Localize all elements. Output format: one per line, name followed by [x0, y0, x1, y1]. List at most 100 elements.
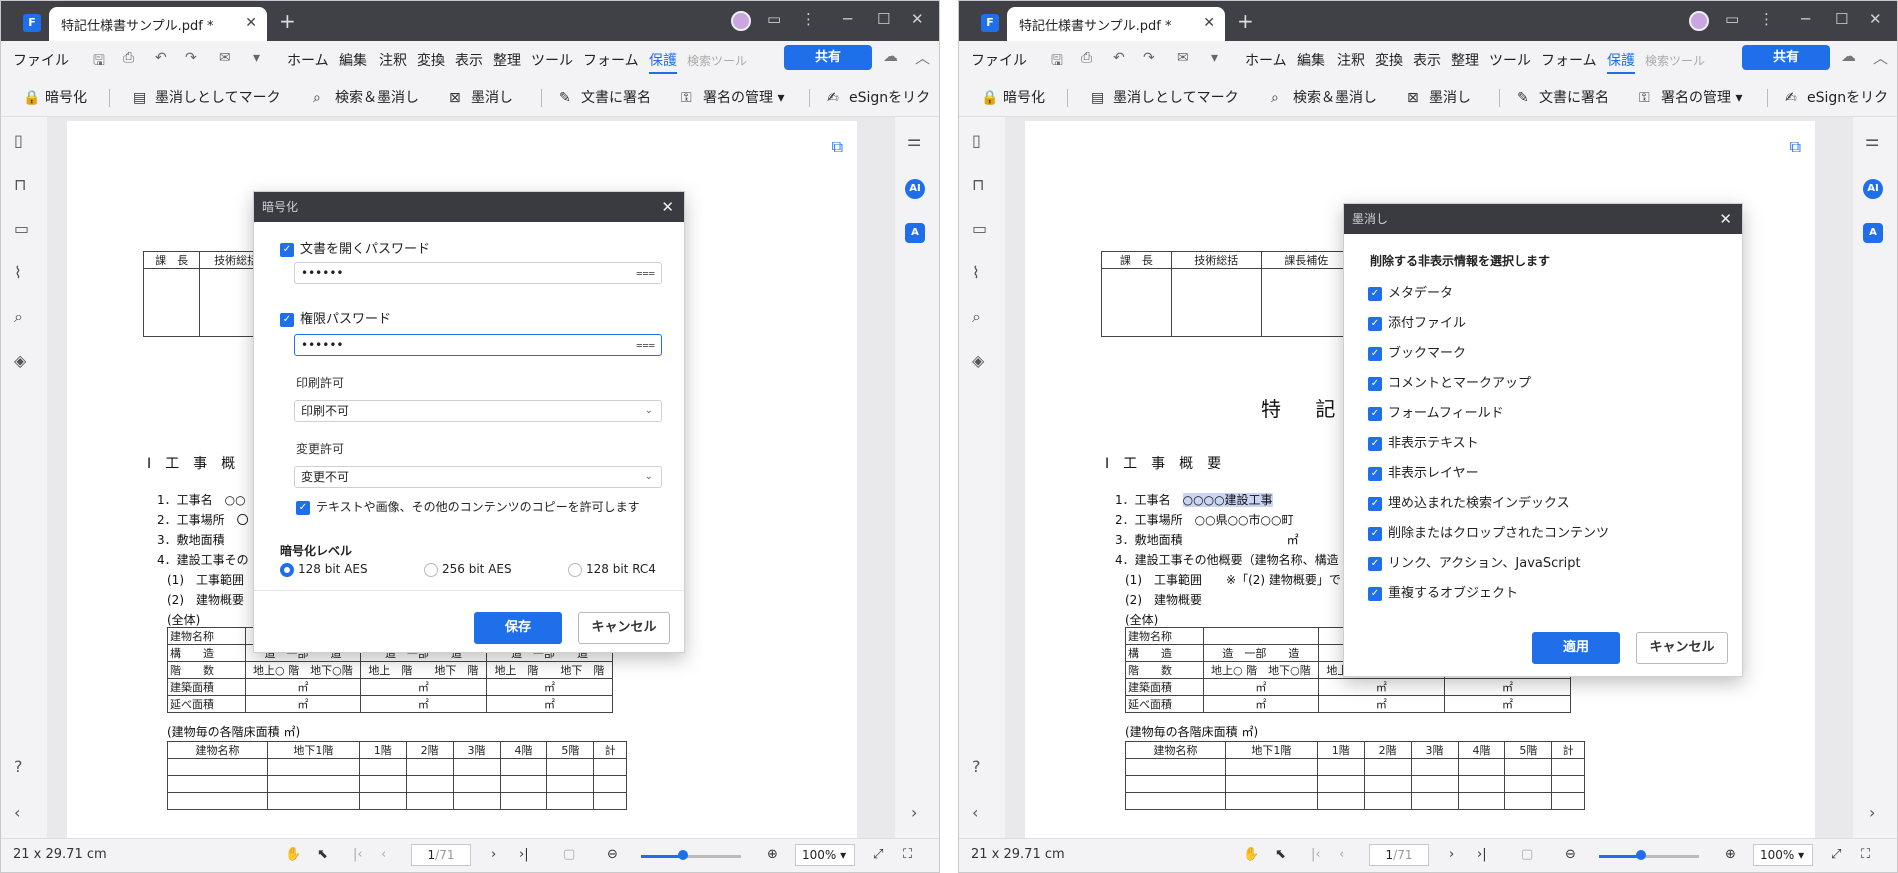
hide-password-icon[interactable]: ⩶ [636, 335, 655, 355]
mail-icon[interactable]: ✉ [219, 50, 231, 66]
document-tab[interactable]: 特記仕様書サンプル.pdf * ✕ [49, 7, 267, 41]
open-password-field[interactable]: •••••• ⩶ [294, 262, 662, 284]
menu-form[interactable]: フォーム [1541, 50, 1597, 70]
sign-document-button[interactable]: ✎ 文書に署名 [559, 87, 651, 107]
last-page-icon[interactable]: ›| [1477, 847, 1487, 862]
radio-128-rc4[interactable]: 128 bit RC4 [568, 562, 656, 577]
avatar[interactable] [1689, 11, 1709, 31]
expand-icon[interactable]: ⛶ [1861, 847, 1870, 862]
expand-icon[interactable]: ⛶ [903, 847, 912, 862]
esign-request-button[interactable]: ✍ eSignをリク [827, 87, 930, 107]
apply-button[interactable]: 適用 [1532, 632, 1620, 664]
help-icon[interactable]: ? [14, 757, 23, 776]
collapse-ribbon-icon[interactable]: ︿ [1873, 47, 1888, 68]
redo-icon[interactable]: ↷ [1143, 50, 1155, 66]
option-form-fields[interactable]: ✓ フォームフィールド [1368, 402, 1504, 421]
print-permission-select[interactable]: 印刷不可 ⌄ [294, 400, 662, 422]
first-page-icon[interactable]: |‹ [1311, 847, 1321, 862]
allow-copy-checkbox[interactable]: ✓ テキストや画像、その他のコンテンツのコピーを許可します [296, 498, 640, 515]
bookmark-icon[interactable]: ⊓ [972, 175, 984, 194]
more-icon[interactable]: ⋮ [801, 10, 816, 28]
zoom-select[interactable]: 100% ▾ [1753, 844, 1813, 866]
print-icon[interactable]: ⎙ [1081, 50, 1092, 66]
search-redact-button[interactable]: ⌕ 検索＆墨消し [1271, 87, 1377, 107]
redo-icon[interactable]: ↷ [185, 50, 197, 66]
signature-manage-button[interactable]: ⚿ 署名の管理 ▾ [681, 87, 784, 107]
mark-redaction-button[interactable]: ▤ 墨消しとしてマーク [1091, 87, 1239, 107]
comment-icon[interactable]: ▭ [14, 219, 29, 238]
menu-protect[interactable]: 保護 [649, 50, 677, 74]
option-hidden-layers[interactable]: ✓ 非表示レイヤー [1368, 462, 1479, 481]
fit-page-icon[interactable]: ▢ [563, 847, 575, 862]
option-hidden-text[interactable]: ✓ 非表示テキスト [1368, 432, 1479, 451]
close-tab-icon[interactable]: ✕ [1203, 15, 1215, 31]
ocr-badge-icon[interactable]: ⧉ [832, 137, 843, 157]
option-attachments[interactable]: ✓ 添付ファイル [1368, 312, 1466, 331]
mail-icon[interactable]: ✉ [1177, 50, 1189, 66]
cancel-button[interactable]: キャンセル [1636, 632, 1728, 664]
layers-icon[interactable]: ◈ [972, 351, 984, 370]
ocr-badge-icon[interactable]: ⧉ [1790, 137, 1801, 157]
print-icon[interactable]: ⎙ [123, 50, 134, 66]
zoom-out-icon[interactable]: ⊖ [1565, 847, 1576, 862]
maximize-icon[interactable]: ☐ [877, 10, 890, 28]
more-icon[interactable]: ⋮ [1759, 10, 1774, 28]
attachment-icon[interactable]: ⌇ [972, 263, 980, 282]
close-window-icon[interactable]: ✕ [1869, 10, 1882, 28]
option-search-index[interactable]: ✓ 埋め込まれた検索インデックス [1368, 492, 1570, 511]
menu-home[interactable]: ホーム [287, 50, 329, 70]
option-links-actions[interactable]: ✓ リンク、アクション、JavaScript [1368, 552, 1581, 571]
properties-icon[interactable]: ⚌ [907, 131, 921, 150]
save-icon[interactable]: 🖫 [1051, 50, 1063, 74]
close-window-icon[interactable]: ✕ [911, 10, 924, 28]
radio-128-aes[interactable]: 128 bit AES [280, 562, 368, 577]
menu-organize[interactable]: 整理 [493, 50, 521, 70]
highlighted-search-match[interactable]: ○○○○建設工事 [1182, 493, 1273, 507]
cancel-button[interactable]: キャンセル [578, 612, 670, 644]
share-button[interactable]: 共有 [1742, 45, 1830, 70]
encrypt-button[interactable]: 🔒 暗号化 [23, 87, 87, 107]
open-password-checkbox[interactable]: ✓ 文書を開くパスワード [280, 238, 430, 257]
esign-request-button[interactable]: ✍ eSignをリク [1785, 87, 1888, 107]
close-dialog-icon[interactable]: ✕ [661, 192, 674, 222]
collapse-ribbon-icon[interactable]: ︿ [915, 47, 930, 68]
collapse-left-icon[interactable]: ‹ [972, 803, 978, 822]
save-button[interactable]: 保存 [474, 612, 562, 644]
menu-file[interactable]: ファイル [971, 50, 1027, 70]
bookmark-icon[interactable]: ⊓ [14, 175, 26, 194]
next-page-icon[interactable]: › [1449, 847, 1454, 862]
ai-assistant-icon[interactable]: AI [1863, 179, 1883, 199]
comment-icon[interactable]: ▭ [972, 219, 987, 238]
undo-icon[interactable]: ↶ [1113, 50, 1125, 66]
option-bookmarks[interactable]: ✓ ブックマーク [1368, 342, 1466, 361]
page-number-input[interactable]: 1/71 [1369, 844, 1429, 866]
menu-view[interactable]: 表示 [455, 50, 483, 70]
radio-256-aes[interactable]: 256 bit AES [424, 562, 512, 577]
maximize-icon[interactable]: ☐ [1835, 10, 1848, 28]
prev-page-icon[interactable]: ‹ [1339, 847, 1344, 862]
collapse-left-icon[interactable]: ‹ [14, 803, 20, 822]
first-page-icon[interactable]: |‹ [353, 847, 363, 862]
menu-view[interactable]: 表示 [1413, 50, 1441, 70]
undo-icon[interactable]: ↶ [155, 50, 167, 66]
select-tool-icon[interactable]: ⬉ [317, 847, 328, 862]
collapse-right-icon[interactable]: › [1869, 803, 1875, 822]
translate-icon[interactable]: A [905, 223, 925, 243]
permission-password-checkbox[interactable]: ✓ 権限パスワード [280, 308, 391, 327]
share-button[interactable]: 共有 [784, 45, 872, 70]
prev-page-icon[interactable]: ‹ [381, 847, 386, 862]
page-thumbnail-icon[interactable]: ▯ [14, 131, 23, 150]
quick-access-dropdown-icon[interactable]: ▾ [1211, 50, 1218, 66]
select-tool-icon[interactable]: ⬉ [1275, 847, 1286, 862]
save-icon[interactable]: 🖫 [93, 50, 105, 74]
zoom-select[interactable]: 100% ▾ [795, 844, 855, 866]
option-comments-markup[interactable]: ✓ コメントとマークアップ [1368, 372, 1531, 391]
option-cropped-content[interactable]: ✓ 削除またはクロップされたコンテンツ [1368, 522, 1609, 541]
menu-home[interactable]: ホーム [1245, 50, 1287, 70]
menu-tools[interactable]: ツール [531, 50, 573, 70]
menu-convert[interactable]: 変換 [417, 50, 445, 70]
quick-access-dropdown-icon[interactable]: ▾ [253, 50, 260, 66]
next-page-icon[interactable]: › [491, 847, 496, 862]
help-icon[interactable]: ? [972, 757, 981, 776]
layers-icon[interactable]: ◈ [14, 351, 26, 370]
